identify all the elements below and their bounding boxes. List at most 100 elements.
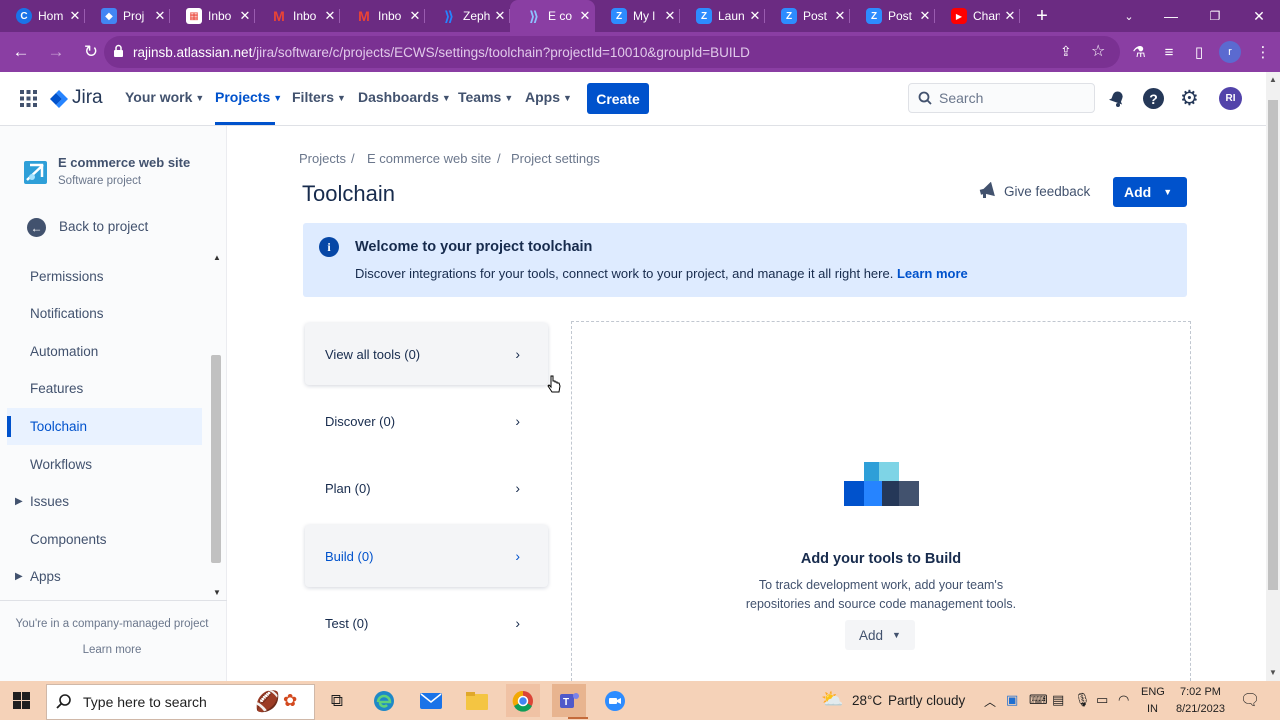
close-icon[interactable]: ✕ [915, 8, 935, 24]
close-icon[interactable]: ✕ [490, 8, 510, 24]
taskbar-search-box[interactable]: Type here to search 🏈 ✿ [46, 684, 315, 720]
back-arrow-icon[interactable]: ← [27, 218, 46, 237]
close-icon[interactable]: ✕ [575, 8, 595, 24]
notification-center-icon[interactable]: 🗨 [1240, 690, 1260, 710]
close-icon[interactable]: ✕ [745, 8, 765, 24]
tray-keyboard-icon[interactable]: ⌨ [1029, 692, 1048, 708]
nav-apps[interactable]: Apps ▼ [525, 89, 572, 105]
close-icon[interactable]: ✕ [1000, 8, 1020, 24]
learn-more-link[interactable]: Learn more [0, 644, 224, 656]
mail-icon[interactable] [414, 684, 448, 717]
restore-icon[interactable]: ❐ [1194, 0, 1236, 32]
scrollbar-thumb[interactable] [211, 355, 221, 563]
browser-tab[interactable]: ▦ Inbo ✕ [170, 0, 255, 32]
tool-category-test[interactable]: Test (0) › [305, 592, 548, 654]
chevron-right-icon[interactable]: ▶ [15, 496, 23, 507]
file-explorer-icon[interactable] [460, 684, 494, 717]
tool-category-plan[interactable]: Plan (0) › [305, 457, 548, 519]
close-icon[interactable]: ✕ [320, 8, 340, 24]
chrome-taskbar-icon[interactable] [506, 684, 540, 717]
sidebar-item-components[interactable]: Components [30, 532, 107, 547]
close-icon[interactable]: ✕ [660, 8, 680, 24]
browser-tab[interactable]: C Hom ✕ [0, 0, 85, 32]
nav-your-work[interactable]: Your work ▼ [125, 89, 204, 105]
clock-time[interactable]: 7:02 PM [1180, 686, 1221, 698]
teams-icon[interactable]: T [552, 684, 586, 717]
kebab-menu-icon[interactable]: ⋮ [1252, 41, 1274, 63]
language-region[interactable]: IN [1147, 703, 1158, 715]
back-arrow-icon[interactable]: ← [6, 37, 36, 67]
sidebar-item-automation[interactable]: Automation [30, 344, 98, 359]
app-switcher-icon[interactable] [20, 90, 37, 112]
minimize-icon[interactable]: — [1150, 0, 1192, 32]
tray-printer-icon[interactable]: ▤ [1052, 692, 1064, 708]
browser-tab-active[interactable]: ⟫ E co ✕ [510, 0, 595, 32]
tray-app-icon[interactable]: ▣ [1006, 692, 1018, 708]
battery-icon[interactable]: ▭ [1096, 692, 1108, 708]
page-scrollbar[interactable]: ▲ ▼ [1266, 72, 1280, 681]
add-dropdown-button[interactable]: Add ▼ [1113, 177, 1187, 207]
nav-projects[interactable]: Projects ▼ [215, 89, 282, 105]
sidebar-item-apps[interactable]: Apps [30, 569, 61, 584]
wifi-icon[interactable]: ◠ [1118, 692, 1129, 708]
scroll-down-icon[interactable]: ▼ [213, 588, 221, 597]
close-icon[interactable]: ✕ [830, 8, 850, 24]
forward-arrow-icon[interactable]: → [41, 37, 71, 67]
close-icon[interactable]: ✕ [150, 8, 170, 24]
browser-tab[interactable]: Z Post ✕ [765, 0, 850, 32]
url-field[interactable]: rajinsb.atlassian.net/jira/software/c/pr… [104, 36, 1120, 68]
close-icon[interactable]: ✕ [405, 8, 425, 24]
tray-overflow-icon[interactable]: ︿ [984, 693, 996, 710]
share-icon[interactable]: ⇪ [1060, 43, 1072, 60]
browser-tab[interactable]: Z Post ✕ [850, 0, 935, 32]
weather-icon[interactable]: ⛅ [821, 689, 843, 710]
create-button[interactable]: Create [587, 83, 649, 114]
browser-tab[interactable]: ⟫ Zeph ✕ [425, 0, 510, 32]
microphone-icon[interactable]: 🎙 [1074, 692, 1091, 708]
scroll-down-icon[interactable]: ▼ [1269, 668, 1277, 677]
close-icon[interactable]: ✕ [235, 8, 255, 24]
sidebar-item-toolchain[interactable]: Toolchain [7, 408, 202, 445]
breadcrumb-project[interactable]: E commerce web site [367, 151, 491, 166]
browser-tab[interactable]: Z Laun ✕ [680, 0, 765, 32]
sidebar-item-features[interactable]: Features [30, 381, 83, 396]
browser-tab[interactable]: Z My l ✕ [595, 0, 680, 32]
settings-gear-icon[interactable]: ⚙ [1180, 86, 1199, 111]
side-panel-icon[interactable]: ▯ [1188, 41, 1210, 63]
weather-text[interactable]: Partly cloudy [888, 693, 965, 708]
language-code[interactable]: ENG [1141, 686, 1165, 698]
window-close-icon[interactable]: ✕ [1238, 0, 1280, 32]
scrollbar-thumb[interactable] [1268, 100, 1278, 590]
task-view-icon[interactable]: ⧉ [320, 684, 354, 717]
notifications-icon[interactable] [1106, 88, 1126, 113]
project-name[interactable]: E commerce web site [58, 155, 190, 170]
sidebar-item-workflows[interactable]: Workflows [30, 457, 92, 472]
bookmark-star-icon[interactable]: ☆ [1091, 41, 1105, 61]
jira-wordmark[interactable]: Jira [72, 87, 103, 109]
sidebar-item-permissions[interactable]: Permissions [30, 269, 104, 284]
sidebar-item-notifications[interactable]: Notifications [30, 306, 104, 321]
nav-filters[interactable]: Filters ▼ [292, 89, 346, 105]
close-icon[interactable]: ✕ [65, 8, 85, 24]
back-to-project-link[interactable]: Back to project [59, 219, 148, 234]
tool-category-view-all[interactable]: View all tools (0) › [305, 323, 548, 385]
search-input[interactable]: Search [908, 83, 1095, 113]
nav-dashboards[interactable]: Dashboards ▼ [358, 89, 451, 105]
extensions-icon[interactable]: ⚗ [1128, 41, 1150, 63]
empty-state-add-button[interactable]: Add ▼ [845, 620, 915, 650]
scroll-up-icon[interactable]: ▲ [1269, 75, 1277, 84]
browser-tab[interactable]: ▶ Chan ✕ [935, 0, 1020, 32]
edge-icon[interactable] [367, 684, 401, 717]
nav-teams[interactable]: Teams ▼ [458, 89, 513, 105]
zoom-taskbar-icon[interactable] [598, 684, 632, 717]
browser-tab[interactable]: M Inbo ✕ [255, 0, 340, 32]
sidebar-scrollbar[interactable]: ▲ ▼ [209, 252, 223, 600]
megaphone-icon[interactable] [978, 181, 997, 204]
user-avatar[interactable]: RI [1219, 87, 1242, 110]
sidebar-item-issues[interactable]: Issues [30, 494, 69, 509]
browser-tab[interactable]: M Inbo ✕ [340, 0, 425, 32]
media-control-icon[interactable]: ≡ [1158, 41, 1180, 63]
scroll-up-icon[interactable]: ▲ [213, 253, 221, 262]
chevron-right-icon[interactable]: ▶ [15, 571, 23, 582]
give-feedback-button[interactable]: Give feedback [1004, 184, 1090, 199]
